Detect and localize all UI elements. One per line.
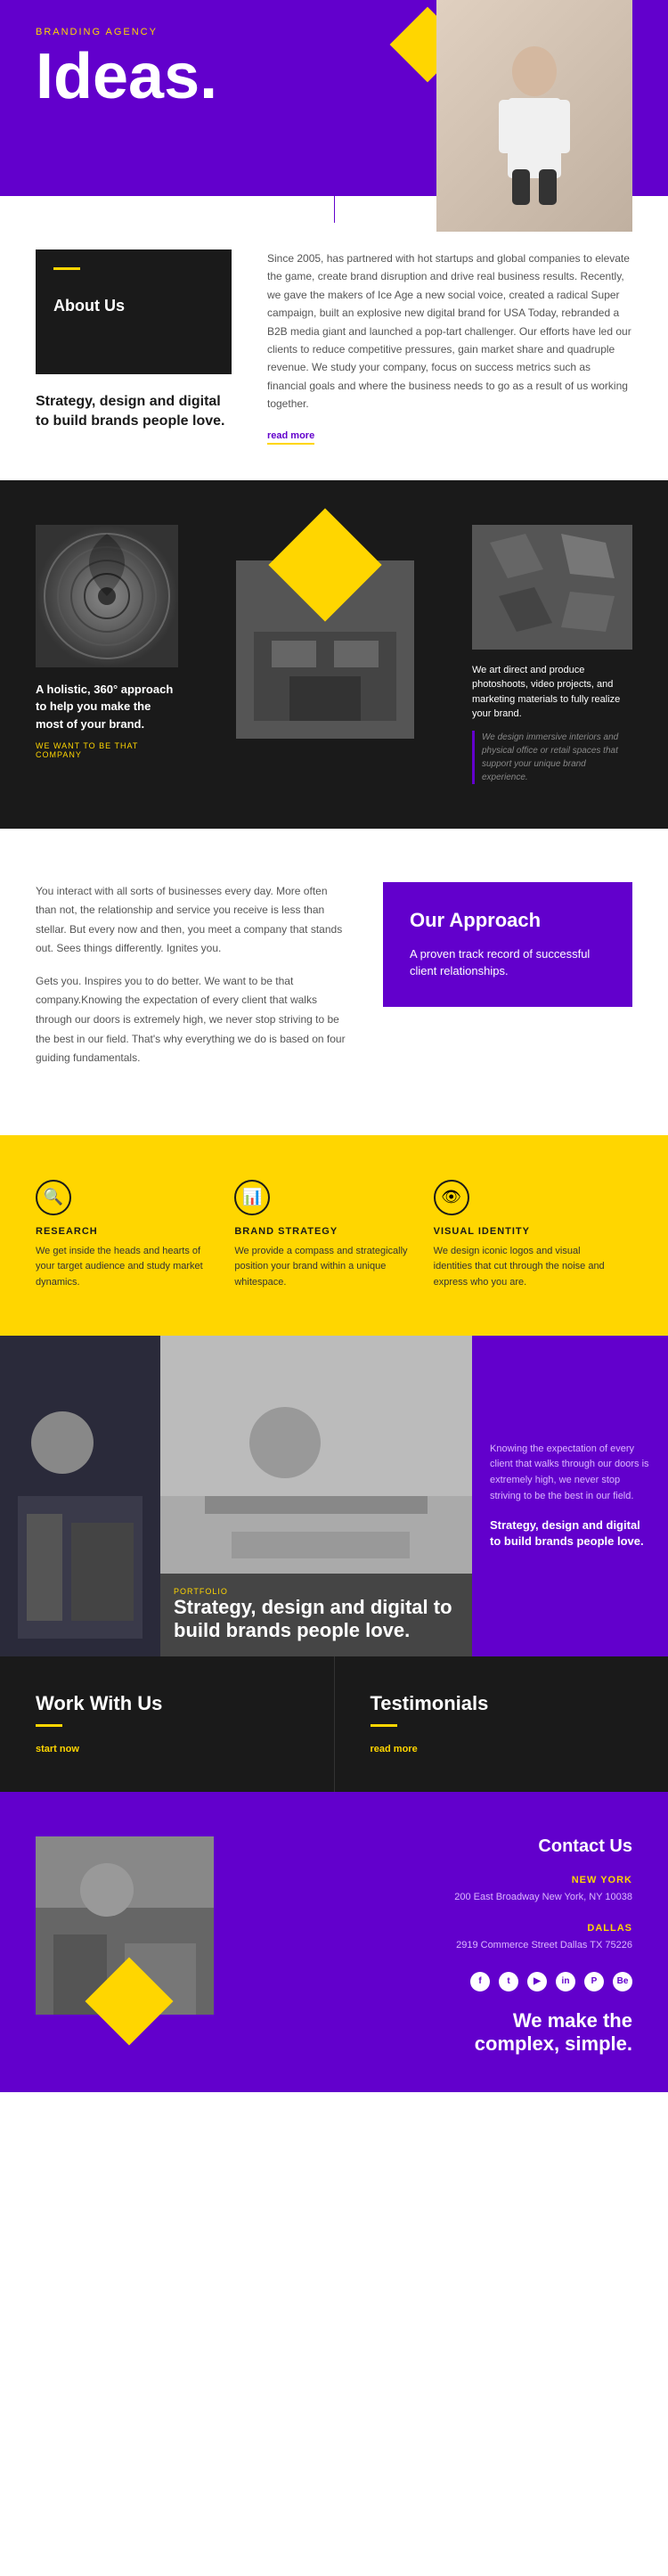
abstract-photo [472,525,632,650]
footer-address1: 200 East Broadway New York, NY 10038 [249,1890,632,1906]
footer-city1: NEW YORK [249,1875,632,1885]
testimonials-line [371,1724,397,1727]
spiral-photo [36,525,178,667]
portfolio-left-image [0,1336,160,1656]
abstract-image [472,525,632,650]
approach-section: You interact with all sorts of businesse… [0,829,668,1135]
portfolio-right-text: Knowing the expectation of every client … [490,1442,650,1504]
icon-item-visual: 👁 VISUAL IDENTITY We design iconic logos… [434,1180,632,1291]
hero-section: BRANDING AGENCY Ideas. [0,0,668,196]
we-want-label: WE WANT TO BE THAT COMPANY [36,741,178,759]
approach-box-sub: A proven track record of successful clie… [410,945,606,980]
spiral-image [36,525,178,667]
services-section: A holistic, 360° approach to help you ma… [0,480,668,829]
about-tagline: Strategy, design and digital to build br… [36,392,249,432]
footer-right-col: Contact Us NEW YORK 200 East Broadway Ne… [214,1836,632,2057]
person-silhouette-icon [481,27,588,205]
approach-text2: Gets you. Inspires you to do better. We … [36,972,347,1068]
testimonials-box: Testimonials read more [335,1656,668,1792]
approach-box: Our Approach A proven track record of su… [383,882,632,1007]
approach-left-col: You interact with all sorts of businesse… [36,882,347,1082]
read-more-link[interactable]: read more [267,430,314,445]
research-label: RESEARCH [36,1226,216,1237]
service-right-desc: We art direct and produce photoshoots, v… [472,663,632,722]
behance-icon[interactable]: Be [613,1972,632,1991]
work-testimonials-section: Work With Us start now Testimonials read… [0,1656,668,1792]
research-icon: 🔍 [36,1180,71,1215]
footer-address2: 2919 Commerce Street Dallas TX 75226 [249,1938,632,1954]
footer-contact-title: Contact Us [249,1836,632,1857]
service-left-desc: A holistic, 360° approach to help you ma… [36,681,178,733]
hero-person-photo [436,0,632,232]
about-section: About Us Strategy, design and digital to… [0,196,668,480]
hero-line-divider [334,169,335,223]
visual-identity-icon: 👁 [434,1180,469,1215]
service-right-col: We art direct and produce photoshoots, v… [472,525,632,784]
footer-slogan: We make the complex, simple. [249,2009,632,2057]
start-now-link[interactable]: start now [36,1744,79,1754]
read-more-testimonials-link[interactable]: read more [371,1744,418,1754]
service-middle-col [196,525,454,739]
services-grid: A holistic, 360° approach to help you ma… [36,525,632,784]
service-right-small: We design immersive interiors and physic… [472,731,632,784]
facebook-icon[interactable]: f [470,1972,490,1991]
approach-right-col: Our Approach A proven track record of su… [383,882,632,1082]
service-left-col: A holistic, 360° approach to help you ma… [36,525,178,760]
work-title: Work With Us [36,1692,298,1715]
footer-slogan-line1: We make the [249,2009,632,2032]
social-icons-row: f t ▶ in P Be [249,1972,632,1991]
icons-section: 🔍 RESEARCH We get inside the heads and h… [0,1135,668,1336]
instagram-icon[interactable]: in [556,1972,575,1991]
work-with-us-box: Work With Us start now [0,1656,335,1792]
portfolio-right-tagline: Strategy, design and digital to build br… [490,1517,650,1550]
approach-box-title: Our Approach [410,909,606,932]
brand-strategy-desc: We provide a compass and strategically p… [234,1244,415,1291]
testimonials-title: Testimonials [371,1692,633,1715]
icon-item-brand: 📊 BRAND STRATEGY We provide a compass an… [234,1180,433,1291]
about-text: Since 2005, has partnered with hot start… [267,249,632,413]
portfolio-overlay: PORTFOLIO Strategy, design and digital t… [160,1574,472,1656]
footer-image [36,1836,214,2015]
portfolio-middle-image: PORTFOLIO Strategy, design and digital t… [160,1336,472,1656]
icon-item-research: 🔍 RESEARCH We get inside the heads and h… [36,1180,234,1291]
youtube-icon[interactable]: ▶ [527,1972,547,1991]
footer-slogan-line2: complex, simple. [249,2032,632,2056]
abstract-icon [472,525,632,650]
portfolio-left-photo [0,1336,160,1656]
about-box-line [53,267,80,270]
brand-strategy-icon: 📊 [234,1180,270,1215]
footer-city2: DALLAS [249,1923,632,1934]
visual-identity-desc: We design iconic logos and visual identi… [434,1244,615,1291]
brand-strategy-label: BRAND STRATEGY [234,1226,415,1237]
about-right-col: Since 2005, has partnered with hot start… [249,249,668,445]
portfolio-label: PORTFOLIO [174,1587,459,1596]
research-desc: We get inside the heads and hearts of yo… [36,1244,216,1291]
portfolio-right-col: Knowing the expectation of every client … [472,1336,668,1656]
portfolio-title: Strategy, design and digital to build br… [174,1596,459,1643]
pinterest-icon[interactable]: P [584,1972,604,1991]
spiral-icon [36,525,178,667]
about-box-title: About Us [53,297,214,315]
work-title-line [36,1724,62,1727]
portfolio-section: PORTFOLIO Strategy, design and digital t… [0,1336,668,1656]
about-left-col: About Us Strategy, design and digital to… [0,249,249,445]
twitter-icon[interactable]: t [499,1972,518,1991]
approach-text1: You interact with all sorts of businesse… [36,882,347,959]
visual-identity-label: VISUAL IDENTITY [434,1226,615,1237]
hero-image [436,0,632,232]
footer-section: Contact Us NEW YORK 200 East Broadway Ne… [0,1792,668,2092]
about-box: About Us [36,249,232,374]
